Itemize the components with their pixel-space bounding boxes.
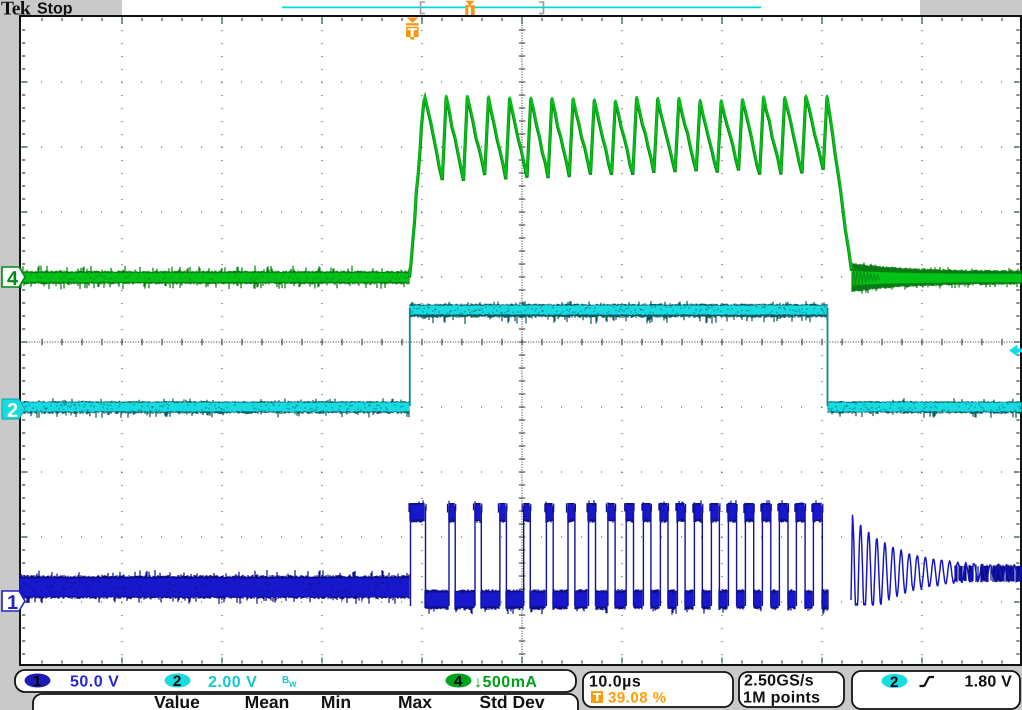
svg-text:4: 4 xyxy=(7,268,19,290)
svg-text:2: 2 xyxy=(173,673,181,690)
svg-text:Value: Value xyxy=(154,692,200,710)
svg-text:Min: Min xyxy=(321,692,351,710)
svg-text:Max: Max xyxy=(398,692,432,710)
svg-text:2.50GS/s: 2.50GS/s xyxy=(744,673,814,690)
svg-text:Mean: Mean xyxy=(245,692,290,710)
svg-text:1: 1 xyxy=(7,592,18,614)
svg-text:1M points: 1M points xyxy=(743,690,820,707)
svg-text:1: 1 xyxy=(33,673,41,690)
svg-text:↓500mA: ↓500mA xyxy=(474,674,537,691)
svg-text:39.08 %: 39.08 % xyxy=(608,690,667,707)
svg-text:2.00 V: 2.00 V xyxy=(208,674,257,691)
svg-text:Std Dev: Std Dev xyxy=(479,692,544,710)
svg-text:W: W xyxy=(289,680,297,689)
svg-text:1.80 V: 1.80 V xyxy=(965,674,1013,691)
svg-text:10.0µs: 10.0µs xyxy=(589,674,641,691)
svg-text:50.0 V: 50.0 V xyxy=(70,674,119,691)
svg-text:2: 2 xyxy=(7,400,18,422)
svg-text:2: 2 xyxy=(890,674,898,691)
svg-text:Stop: Stop xyxy=(37,1,73,18)
svg-text:4: 4 xyxy=(454,673,463,690)
